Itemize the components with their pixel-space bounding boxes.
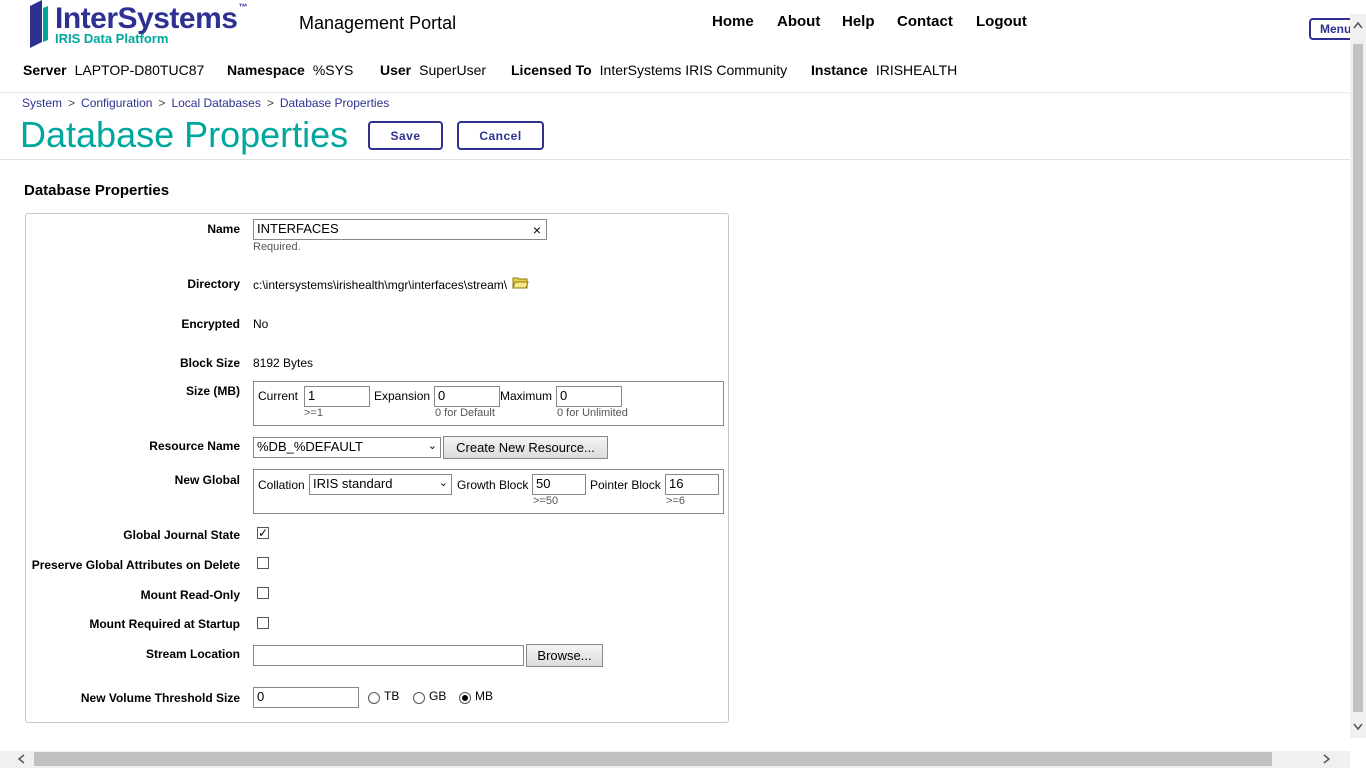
name-hint: Required. [253, 241, 301, 253]
breadcrumb-database-properties[interactable]: Database Properties [280, 96, 389, 110]
breadcrumb-configuration[interactable]: Configuration [81, 96, 152, 110]
stream-location-label: Stream Location [145, 647, 240, 661]
directory-value: c:\intersystems\irishealth\mgr\interface… [253, 278, 508, 292]
scroll-up-icon[interactable] [1352, 20, 1364, 30]
unit-gb-radio[interactable] [413, 692, 425, 704]
info-instance: Instance IRISHEALTH [811, 62, 958, 78]
logo-subtitle: IRIS Data Platform [55, 31, 169, 46]
growth-block-label: Growth Block [457, 478, 529, 492]
nav-help[interactable]: Help [842, 13, 875, 30]
browse-button[interactable]: Browse... [526, 644, 603, 667]
nav-home[interactable]: Home [712, 13, 754, 30]
resource-label: Resource Name [149, 439, 240, 453]
size-label: Size (MB) [186, 384, 240, 398]
breadcrumb: System > Configuration > Local Databases > Dat… [22, 96, 390, 110]
title-divider [0, 159, 1350, 160]
nav-contact[interactable]: Contact [897, 13, 953, 30]
journal-checkbox[interactable]: ✓ [257, 527, 269, 539]
portal-title: Management Portal [299, 13, 457, 33]
name-input[interactable]: INTERFACES × [253, 219, 547, 240]
expansion-hint: 0 for Default [435, 407, 495, 419]
encrypted-label: Encrypted [181, 317, 240, 331]
unit-mb-label: MB [475, 689, 493, 703]
horizontal-scrollbar-thumb[interactable] [34, 752, 1272, 766]
directory-label: Directory [187, 277, 240, 291]
unit-tb-radio[interactable] [368, 692, 380, 704]
scroll-left-icon[interactable] [16, 753, 26, 765]
readonly-checkbox[interactable] [257, 587, 269, 599]
current-label: Current [258, 389, 299, 403]
maximum-hint: 0 for Unlimited [557, 407, 628, 419]
name-label: Name [207, 222, 240, 236]
unit-mb-radio[interactable] [459, 692, 471, 704]
intersystems-logo-mark [30, 0, 48, 48]
startup-checkbox[interactable] [257, 617, 269, 629]
block-size-value: 8192 Bytes [253, 356, 314, 370]
growth-block-hint: >=50 [533, 495, 559, 507]
collation-label: Collation [258, 478, 305, 492]
scroll-right-icon[interactable] [1322, 753, 1332, 765]
expansion-label: Expansion [374, 389, 431, 403]
stream-location-input[interactable] [253, 645, 524, 666]
pointer-block-input[interactable]: 16 [665, 474, 719, 495]
breadcrumb-local-databases[interactable]: Local Databases [171, 96, 260, 110]
threshold-input[interactable]: 0 [253, 687, 359, 708]
current-hint: >=1 [304, 407, 323, 419]
block-size-label: Block Size [179, 356, 240, 370]
nav-logout[interactable]: Logout [976, 13, 1027, 30]
readonly-label: Mount Read-Only [140, 588, 240, 602]
pointer-block-hint: >=6 [666, 495, 685, 507]
encrypted-value: No [253, 317, 269, 331]
growth-block-input[interactable]: 50 [532, 474, 586, 495]
scroll-down-icon[interactable] [1352, 722, 1364, 732]
info-server: Server LAPTOP-D80TUC87 [23, 62, 205, 78]
startup-label: Mount Required at Startup [89, 617, 240, 631]
header-divider [0, 92, 1350, 94]
new-global-label: New Global [174, 473, 240, 487]
maximum-label: Maximum [500, 389, 553, 403]
folder-icon[interactable] [512, 276, 529, 289]
nav-about[interactable]: About [777, 13, 820, 30]
page-title: Database Properties [20, 114, 349, 155]
save-button[interactable]: Save [368, 121, 443, 150]
preserve-checkbox[interactable] [257, 557, 269, 569]
resource-select[interactable]: %DB_%DEFAULT ⌄ [253, 437, 441, 458]
collation-select[interactable]: IRIS standard ⌄ [309, 474, 452, 495]
info-user: User SuperUser [380, 62, 487, 78]
current-size-input[interactable]: 1 [304, 386, 370, 407]
threshold-label: New Volume Threshold Size [80, 691, 240, 705]
unit-gb-label: GB [429, 689, 447, 703]
journal-label: Global Journal State [123, 528, 240, 542]
chevron-down-icon: ⌄ [427, 440, 437, 452]
maximum-input[interactable]: 0 [556, 386, 622, 407]
chevron-down-icon: ⌄ [438, 477, 448, 489]
info-namespace: Namespace %SYS [227, 62, 354, 78]
section-title: Database Properties [24, 182, 170, 199]
create-resource-button[interactable]: Create New Resource... [443, 436, 608, 459]
clear-icon[interactable]: × [533, 222, 541, 238]
cancel-button[interactable]: Cancel [457, 121, 544, 150]
info-licensed: Licensed To InterSystems IRIS Community [511, 62, 788, 78]
unit-tb-label: TB [384, 689, 400, 703]
breadcrumb-system[interactable]: System [22, 96, 62, 110]
vertical-scrollbar-thumb[interactable] [1353, 44, 1363, 712]
expansion-input[interactable]: 0 [434, 386, 500, 407]
menu-button[interactable]: Menu [1309, 18, 1355, 40]
pointer-block-label: Pointer Block [590, 478, 661, 492]
preserve-label: Preserve Global Attributes on Delete [31, 558, 240, 572]
